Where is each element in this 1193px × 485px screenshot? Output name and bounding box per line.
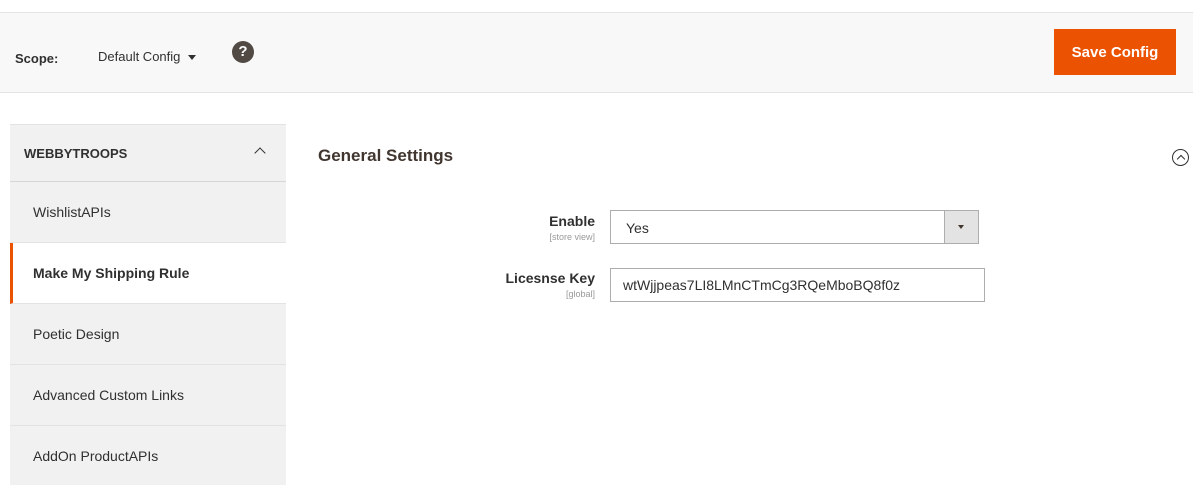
sidebar-item-label: WishlistAPIs	[33, 204, 111, 220]
sidebar-item-advanced-custom-links[interactable]: Advanced Custom Links	[10, 365, 286, 426]
section-title[interactable]: General Settings	[318, 146, 453, 166]
sidebar-item-poetic-design[interactable]: Poetic Design	[10, 304, 286, 365]
help-icon[interactable]: ?	[232, 41, 254, 63]
chevron-up-icon	[254, 147, 266, 159]
select-arrow-icon	[944, 211, 978, 243]
enable-label: Enable	[549, 213, 595, 229]
license-key-input[interactable]	[610, 268, 985, 302]
sidebar-section-header[interactable]: WEBBYTROOPS	[10, 125, 286, 182]
scope-switcher-value: Default Config	[98, 49, 181, 64]
caret-down-icon	[188, 54, 197, 60]
license-key-scope: [global]	[565, 289, 595, 299]
scope-bar: Scope: Default Config ? Save Config	[0, 12, 1193, 93]
config-sidebar: WEBBYTROOPS WishlistAPIs Make My Shippin…	[10, 124, 286, 485]
collapse-circle-icon[interactable]	[1172, 149, 1189, 166]
scope-switcher[interactable]: Default Config	[98, 49, 197, 64]
sidebar-item-label: Advanced Custom Links	[33, 387, 184, 403]
sidebar-item-wishlistapis[interactable]: WishlistAPIs	[10, 182, 286, 243]
save-config-button[interactable]: Save Config	[1054, 29, 1176, 75]
enable-select[interactable]: Yes	[610, 210, 979, 244]
scope-label: Scope:	[15, 51, 59, 66]
sidebar-item-make-my-shipping-rule[interactable]: Make My Shipping Rule	[10, 243, 286, 304]
enable-select-value: Yes	[626, 220, 649, 236]
sidebar-item-label: Poetic Design	[33, 326, 120, 342]
configuration-page: Scope: Default Config ? Save Config WEBB…	[0, 0, 1193, 485]
enable-scope: [store view]	[549, 232, 595, 242]
sidebar-item-addon-productapis[interactable]: AddOn ProductAPIs	[10, 426, 286, 485]
sidebar-section-title: WEBBYTROOPS	[24, 146, 128, 161]
sidebar-item-label: AddOn ProductAPIs	[33, 448, 159, 464]
license-key-label: Licesnse Key	[505, 270, 596, 286]
sidebar-item-label: Make My Shipping Rule	[33, 265, 190, 281]
